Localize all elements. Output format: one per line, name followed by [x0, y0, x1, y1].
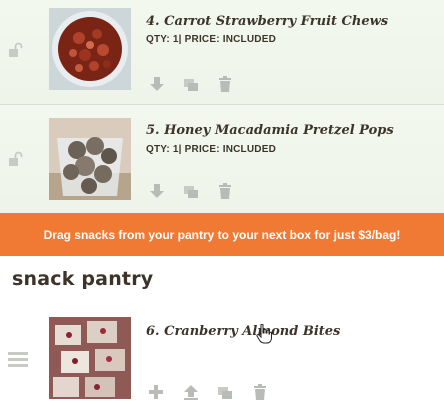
hand-cursor-icon — [256, 324, 272, 344]
duplicate-icon[interactable] — [183, 183, 199, 199]
add-icon[interactable] — [148, 384, 164, 400]
move-down-icon[interactable] — [149, 76, 165, 92]
move-up-icon[interactable] — [183, 384, 199, 400]
pantry-promo-banner: Drag snacks from your pantry to your nex… — [0, 213, 444, 256]
duplicate-icon[interactable] — [183, 76, 199, 92]
trash-icon[interactable] — [217, 183, 233, 199]
item-meta: QTY: 1| PRICE: INCLUDED — [146, 144, 276, 155]
trash-icon[interactable] — [217, 76, 233, 92]
product-image — [49, 8, 131, 90]
trash-icon[interactable] — [252, 384, 268, 400]
banner-text: Drag snacks from your pantry to your nex… — [43, 227, 401, 242]
box-item-row[interactable]: 4. Carrot Strawberry Fruit Chews QTY: 1|… — [0, 0, 444, 105]
section-title: snack pantry — [12, 268, 154, 290]
box-item-row[interactable]: 5. Honey Macadamia Pretzel Pops QTY: 1| … — [0, 105, 444, 214]
product-image — [49, 118, 131, 200]
lock-icon[interactable] — [7, 151, 23, 167]
item-title: 5. Honey Macadamia Pretzel Pops — [146, 123, 394, 138]
duplicate-icon[interactable] — [217, 384, 233, 400]
item-title: 4. Carrot Strawberry Fruit Chews — [146, 14, 389, 29]
item-meta: QTY: 1| PRICE: INCLUDED — [146, 34, 276, 45]
move-down-icon[interactable] — [149, 183, 165, 199]
pantry-item-row[interactable]: 6. Cranberry Almond Bites — [0, 306, 444, 414]
drag-handle-icon[interactable] — [8, 351, 28, 367]
product-image — [49, 317, 131, 399]
item-title: 6. Cranberry Almond Bites — [146, 324, 341, 339]
lock-icon[interactable] — [7, 42, 23, 58]
